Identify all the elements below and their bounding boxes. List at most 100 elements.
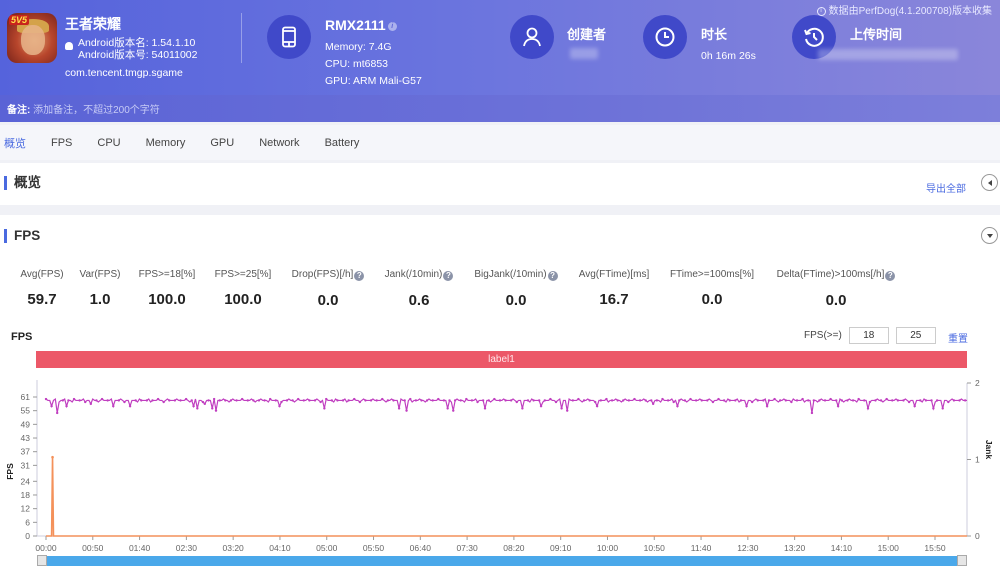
x-tick-label: 05:50 (363, 543, 385, 553)
device-cpu: CPU: mt6853 (325, 58, 389, 70)
fps-point (78, 399, 81, 402)
fps-filter-label: FPS(>=) (804, 330, 842, 341)
fps-point (913, 404, 916, 408)
fps-point (829, 397, 832, 401)
fps-point (851, 399, 855, 402)
x-tick-label: 03:20 (223, 543, 245, 553)
fps-point (588, 399, 591, 402)
fps-point (358, 400, 362, 404)
x-tick-label: 05:00 (316, 543, 338, 553)
fps-point (280, 400, 283, 404)
collapse-down-button[interactable] (981, 227, 998, 244)
device-info-icon[interactable]: i (387, 21, 397, 31)
tab-battery[interactable]: Battery (325, 137, 360, 149)
fps-point (835, 399, 838, 402)
android-icon (65, 42, 73, 50)
fps-point (437, 397, 440, 401)
fps-point (868, 400, 872, 404)
y2-tick-label: 2 (975, 378, 980, 388)
app-version-code: Android版本号: 54011002 (78, 49, 198, 61)
app-icon-face (21, 25, 45, 55)
phone-icon (267, 15, 311, 59)
help-icon[interactable]: ? (885, 271, 896, 281)
source-note-text: 数据由PerfDog(4.1.200708)版本收集 (828, 6, 992, 17)
fps-point (470, 399, 474, 402)
y-tick-label: 37 (21, 447, 31, 457)
fps-point (420, 399, 423, 402)
fps-point (246, 399, 249, 402)
overview-title: 概览 (4, 176, 41, 190)
fps-point (554, 400, 558, 404)
fps-point (218, 399, 221, 402)
fps-point (532, 399, 535, 402)
jank-point (51, 455, 54, 459)
fps-point (952, 399, 956, 402)
fps-point (89, 402, 93, 406)
fps-point (278, 404, 281, 408)
duration-value: 0h 16m 26s (701, 50, 756, 62)
fps-point (810, 411, 814, 415)
creator-title: 创建者 (567, 27, 607, 42)
help-icon[interactable]: ? (443, 271, 454, 281)
caret-down-icon (986, 233, 993, 238)
header-divider (241, 13, 242, 63)
slider-right-handle[interactable] (957, 555, 967, 566)
fps-point (795, 399, 799, 402)
caret-left-icon (987, 179, 992, 186)
fps-point (818, 399, 821, 402)
fps-point (633, 397, 636, 401)
fps-point (750, 400, 754, 404)
clock-icon (643, 15, 687, 59)
export-all-link[interactable]: 导出全部 (926, 180, 966, 195)
tab-memory[interactable]: Memory (146, 137, 186, 149)
fps-point (526, 399, 530, 402)
fps-point (717, 397, 720, 401)
fps-point (481, 399, 485, 402)
x-tick-label: 12:30 (737, 543, 759, 553)
fps-threshold-2-input[interactable] (895, 327, 936, 344)
slider-left-handle[interactable] (37, 555, 47, 566)
note-bar: 备注: 添加备注，不超过200个字符 (0, 95, 1000, 122)
fps-point (689, 397, 692, 401)
x-tick-label: 15:50 (924, 543, 946, 553)
tab-gpu[interactable]: GPU (210, 137, 234, 149)
reset-button[interactable]: 重置 (948, 330, 968, 345)
fps-point (846, 399, 849, 402)
note-input[interactable]: 添加备注，不超过200个字符 (33, 105, 160, 116)
collapse-left-button[interactable] (981, 174, 998, 191)
fps-point (836, 404, 840, 408)
creator-value-redacted (570, 48, 598, 59)
fps-point (330, 399, 334, 402)
fps-point (566, 409, 569, 412)
label-band[interactable]: label1 (36, 351, 967, 368)
fps-point (409, 397, 412, 401)
fps-point (947, 400, 950, 404)
device-model: RMX2111 i (325, 17, 397, 33)
fps-chart[interactable]: 06121824313743495561012FPSJank00:00 00:50… (0, 370, 1000, 556)
fps-point (483, 407, 487, 410)
fps-point (661, 397, 664, 401)
chart-zoom-slider[interactable] (37, 556, 967, 566)
fps-point (446, 407, 449, 410)
fps-point (594, 400, 597, 404)
fps-point (252, 399, 255, 402)
x-tick-label: 13:20 (784, 543, 806, 553)
tab-fps[interactable]: FPS (51, 137, 72, 149)
overview-panel: 概览 导出全部 (0, 163, 1000, 205)
tab-network[interactable]: Network (259, 137, 299, 149)
fps-point (521, 407, 524, 410)
fps-point (95, 399, 98, 402)
report-header: 5V5 王者荣耀 Android版本名: 1.54.1.10 Android版本… (0, 0, 1000, 95)
fps-point (44, 397, 48, 401)
fps-point (935, 399, 939, 402)
fps-point (765, 404, 769, 408)
tab-overview[interactable]: 概览 (4, 135, 26, 151)
fps-point (605, 397, 608, 401)
fps-point (442, 399, 446, 402)
fps-threshold-1-input[interactable] (848, 327, 889, 344)
fps-point (773, 397, 776, 401)
metric-label-text: Delta(FTime)>100ms[/h] (776, 269, 885, 280)
fps-point (543, 399, 546, 402)
tab-cpu[interactable]: CPU (97, 137, 120, 149)
fps-point (644, 399, 647, 402)
